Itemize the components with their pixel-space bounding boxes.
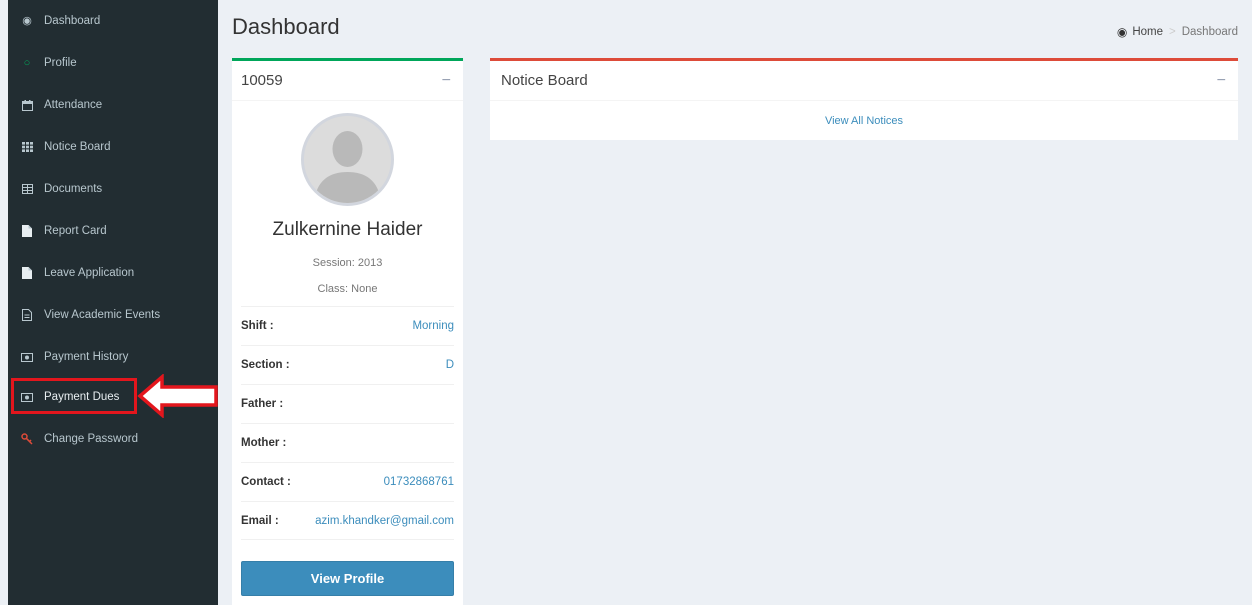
- sidebar-item-report-card[interactable]: Report Card: [8, 210, 218, 252]
- info-row-section: Section : D: [241, 345, 454, 384]
- info-label: Contact :: [241, 476, 291, 488]
- sidebar-item-label: Payment History: [44, 351, 129, 363]
- arrow-icon: [137, 374, 218, 418]
- avatar: [301, 113, 394, 206]
- info-value: azim.khandker@gmail.com: [315, 514, 454, 527]
- profile-info-list: Shift : Morning Section : D Father : Mot…: [241, 306, 454, 540]
- info-label: Mother :: [241, 437, 287, 449]
- sidebar-item-label: Change Password: [44, 433, 138, 445]
- info-row-contact: Contact : 01732868761: [241, 462, 454, 501]
- breadcrumb-home-link[interactable]: Home: [1132, 26, 1163, 38]
- sidebar-item-label: Profile: [44, 57, 77, 69]
- info-row-email: Email : azim.khandker@gmail.com: [241, 501, 454, 540]
- notice-board-box: Notice Board − View All Notices: [490, 58, 1238, 140]
- sidebar-item-label: Notice Board: [44, 141, 111, 153]
- info-value: D: [445, 359, 454, 371]
- breadcrumb-current: Dashboard: [1181, 26, 1238, 38]
- money-icon: [20, 350, 34, 364]
- document-icon: [20, 308, 34, 322]
- sidebar-item-documents[interactable]: Documents: [8, 168, 218, 210]
- highlight-box: [11, 378, 137, 414]
- grid-icon: [20, 140, 34, 154]
- table-icon: [20, 182, 34, 196]
- sidebar-item-label: Report Card: [44, 225, 107, 237]
- dashboard-icon: ◉: [1116, 25, 1128, 39]
- info-label: Father :: [241, 398, 284, 410]
- breadcrumb: ◉ Home > Dashboard: [1117, 25, 1238, 39]
- info-label: Shift :: [241, 320, 274, 332]
- notice-board-header: Notice Board −: [490, 61, 1238, 101]
- file-icon: [20, 224, 34, 238]
- sidebar-item-label: View Academic Events: [44, 309, 161, 321]
- collapse-button[interactable]: −: [1217, 72, 1226, 89]
- sidebar-item-leave-application[interactable]: Leave Application: [8, 252, 218, 294]
- view-profile-button[interactable]: View Profile: [241, 561, 454, 596]
- view-all-notices-link[interactable]: View All Notices: [490, 115, 1238, 127]
- circle-icon: ○: [23, 56, 31, 69]
- sidebar: ◉ Dashboard ○ Profile Attendance Notice …: [8, 0, 218, 605]
- info-value: 01732868761: [383, 476, 454, 488]
- sidebar-item-dashboard[interactable]: ◉ Dashboard: [8, 0, 218, 42]
- sidebar-item-notice-board[interactable]: Notice Board: [8, 126, 218, 168]
- user-silhouette-icon: [304, 116, 391, 203]
- page-title: Dashboard: [232, 14, 340, 39]
- sidebar-item-label: Attendance: [44, 99, 103, 111]
- sidebar-item-profile[interactable]: ○ Profile: [8, 42, 218, 84]
- profile-session: Session: 2013: [312, 257, 383, 269]
- info-label: Email :: [241, 514, 279, 527]
- sidebar-item-label: Documents: [44, 183, 103, 195]
- profile-class: Class: None: [317, 283, 378, 295]
- sidebar-item-label: Dashboard: [44, 15, 101, 27]
- calendar-icon: [20, 98, 34, 112]
- sidebar-item-attendance[interactable]: Attendance: [8, 84, 218, 126]
- info-row-shift: Shift : Morning: [241, 306, 454, 345]
- profile-box-header: 10059 −: [232, 61, 463, 101]
- profile-name: Zulkernine Haider: [272, 219, 423, 240]
- breadcrumb-separator: >: [1169, 26, 1176, 38]
- info-value: Morning: [412, 320, 454, 332]
- info-row-father: Father :: [241, 384, 454, 423]
- notice-board-title: Notice Board: [501, 72, 588, 89]
- student-id: 10059: [241, 72, 283, 89]
- key-icon: [20, 432, 34, 446]
- sidebar-item-label: Leave Application: [44, 267, 135, 279]
- profile-box: 10059 − Zulkernine Haider Session: 2013 …: [232, 58, 463, 605]
- collapse-button[interactable]: −: [442, 72, 451, 89]
- dashboard-icon: ◉: [22, 14, 32, 27]
- sidebar-item-change-password[interactable]: Change Password: [8, 418, 218, 460]
- info-row-mother: Mother :: [241, 423, 454, 462]
- info-label: Section :: [241, 359, 290, 371]
- file-icon: [20, 266, 34, 280]
- sidebar-item-payment-history[interactable]: Payment History: [8, 336, 218, 378]
- sidebar-item-view-academic-events[interactable]: View Academic Events: [8, 294, 218, 336]
